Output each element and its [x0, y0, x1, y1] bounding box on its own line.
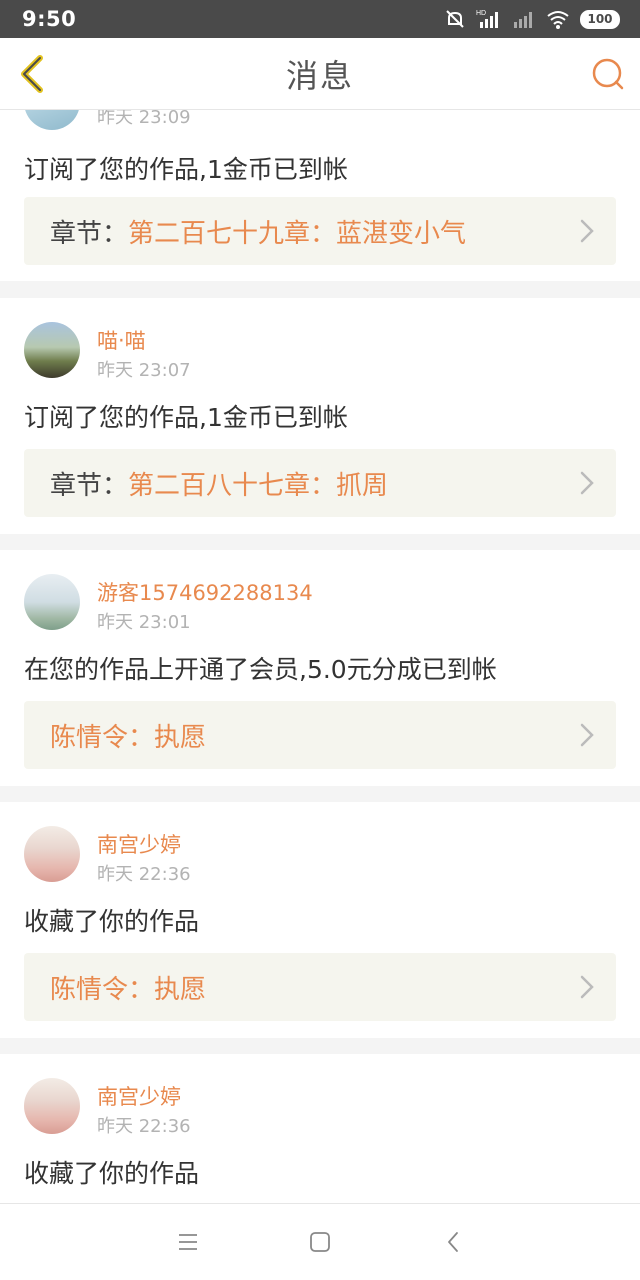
username[interactable]: 南宫少婷	[97, 829, 181, 859]
work-link[interactable]: 陈情令：执愿	[24, 701, 616, 769]
avatar[interactable]	[24, 322, 80, 378]
avatar[interactable]	[24, 826, 80, 882]
message-action: 在您的作品上开通了会员,5.0元分成已到帐	[24, 655, 497, 684]
chevron-right-icon	[580, 219, 594, 243]
avatar[interactable]	[24, 1078, 80, 1134]
battery-level: 100	[587, 12, 613, 26]
chevron-right-icon	[580, 975, 594, 999]
link-prefix: 章节：	[50, 218, 129, 249]
link-title: 第二百七十九章：蓝湛变小气	[128, 218, 467, 249]
username[interactable]: 游客1574692288134	[97, 577, 313, 607]
battery-indicator: 100	[580, 9, 620, 29]
username[interactable]: 喵‧喵	[97, 325, 146, 355]
wifi-icon	[547, 11, 569, 29]
chevron-right-icon	[580, 723, 594, 747]
signal-hd-icon: HD	[476, 10, 498, 28]
message-time: 昨天 23:09	[97, 110, 191, 128]
message-time: 昨天 23:07	[97, 360, 191, 381]
status-icons: HD 100	[444, 8, 620, 30]
system-nav-bar	[0, 1203, 640, 1280]
home-square-icon[interactable]	[308, 1230, 332, 1254]
message-action: 收藏了你的作品	[24, 1159, 200, 1188]
message-card: 昨天 23:09 订阅了您的作品,1金币已到帐 章节： 第二百七十九章：蓝湛变小…	[0, 110, 640, 281]
message-feed[interactable]: 昨天 23:09 订阅了您的作品,1金币已到帐 章节： 第二百七十九章：蓝湛变小…	[0, 110, 640, 1203]
message-time: 昨天 22:36	[97, 1116, 191, 1137]
link-title: 陈情令：执愿	[50, 722, 207, 753]
message-action: 订阅了您的作品,1金币已到帐	[24, 155, 348, 184]
work-link[interactable]: 陈情令：执愿	[24, 953, 616, 1021]
system-back-icon[interactable]	[442, 1230, 466, 1254]
menu-icon[interactable]	[176, 1230, 200, 1254]
message-card: 喵‧喵 昨天 23:07 订阅了您的作品,1金币已到帐 章节： 第二百八十七章：…	[0, 298, 640, 534]
status-bar: 9:50 HD 100	[0, 0, 640, 38]
hd-label: HD	[476, 10, 486, 17]
message-action: 收藏了你的作品	[24, 907, 200, 936]
chevron-right-icon	[580, 471, 594, 495]
search-icon[interactable]	[590, 56, 626, 92]
message-time: 昨天 23:01	[97, 612, 191, 633]
link-title: 陈情令：执愿	[50, 974, 207, 1005]
back-arrow-icon[interactable]	[14, 54, 54, 94]
nav-bar: 消息	[0, 38, 640, 110]
work-link[interactable]: 章节： 第二百七十九章：蓝湛变小气	[24, 197, 616, 265]
signal-weak-icon	[514, 12, 532, 28]
message-time: 昨天 22:36	[97, 864, 191, 885]
page-title: 消息	[285, 56, 354, 95]
avatar[interactable]	[24, 574, 80, 630]
status-time: 9:50	[22, 7, 77, 31]
avatar[interactable]	[24, 110, 80, 130]
message-card: 南宫少婷 昨天 22:36 收藏了你的作品	[0, 1054, 640, 1203]
username[interactable]: 南宫少婷	[97, 1081, 181, 1111]
message-action: 订阅了您的作品,1金币已到帐	[24, 403, 348, 432]
work-link[interactable]: 章节： 第二百八十七章：抓周	[24, 449, 616, 517]
message-card: 南宫少婷 昨天 22:36 收藏了你的作品 陈情令：执愿	[0, 802, 640, 1038]
link-prefix: 章节：	[50, 470, 129, 501]
message-card: 游客1574692288134 昨天 23:01 在您的作品上开通了会员,5.0…	[0, 550, 640, 786]
link-title: 第二百八十七章：抓周	[128, 470, 389, 501]
mute-bell-icon	[446, 10, 464, 28]
